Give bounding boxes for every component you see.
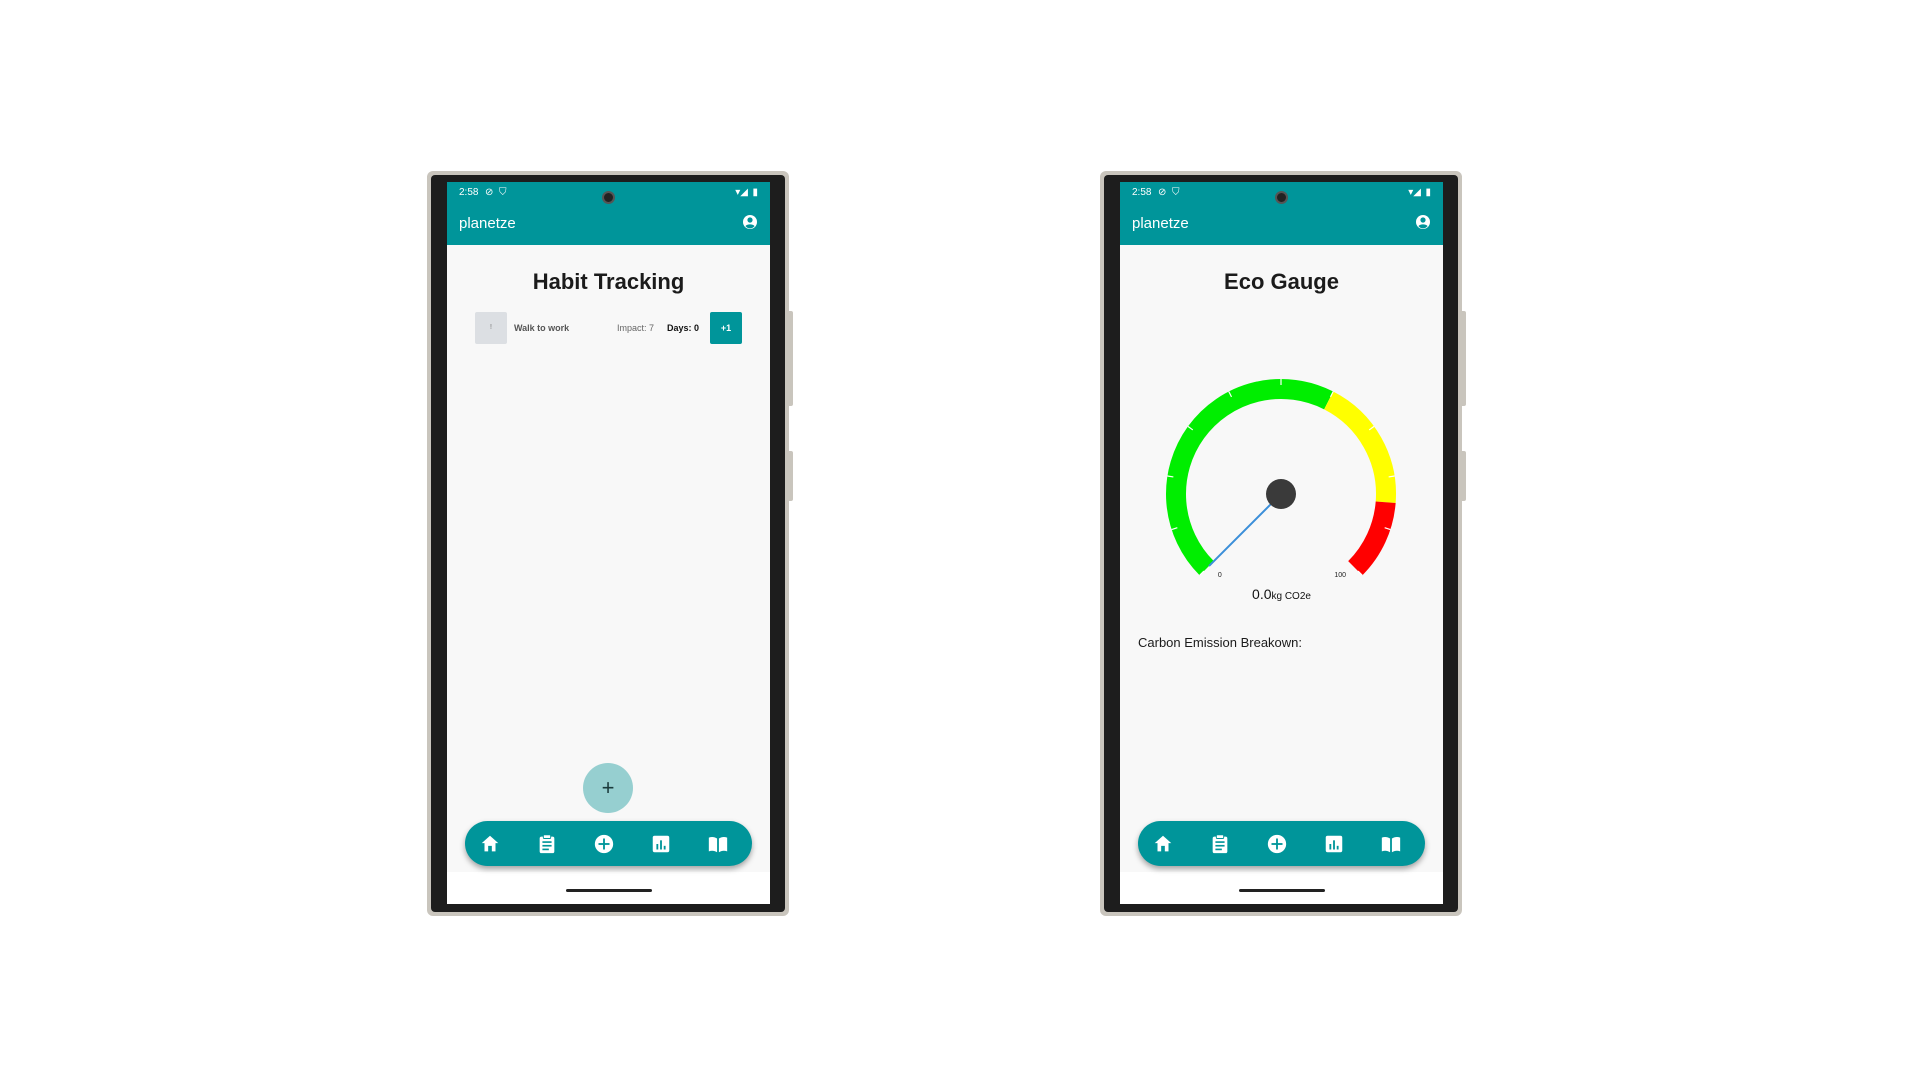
home-indicator [1238,889,1325,892]
dnd-icon: ⊘ [485,187,494,198]
habit-name: Walk to work [514,323,570,333]
battery-icon: ▮ [1425,187,1431,198]
dnd-icon: ⊘ [1158,187,1167,198]
phone-device-left: 2:58 ⊘ ⛉ ▾◢ ▮ planetze Habit Tracking ! … [427,171,793,916]
app-title: planetze [1132,215,1189,232]
front-camera [1275,191,1288,204]
gesture-area [1120,872,1443,904]
shield-icon: ⛉ [499,187,507,198]
battery-icon: ▮ [752,187,758,198]
clipboard-icon[interactable] [1209,833,1231,855]
increment-habit-button[interactable]: +1 [710,312,742,344]
power-button [1462,311,1466,406]
status-time: 2:58 [1132,187,1152,198]
emission-breakdown-label: Carbon Emission Breakown: [1138,635,1303,650]
eco-gauge: 0 100 [1166,379,1396,579]
gauge-readout: 0.0kg CO2e [1120,586,1443,604]
home-icon[interactable] [1152,833,1174,855]
book-icon[interactable] [1380,833,1402,855]
wifi-signal-icon: ▾◢ [735,187,748,198]
add-circle-icon[interactable] [593,833,615,855]
account-icon[interactable] [1415,214,1431,230]
gauge-max-label: 100 [1334,572,1346,579]
gauge-arc-yellow [1323,391,1396,504]
habit-days: Days: 0 [667,323,700,333]
bottom-nav [1138,821,1425,866]
phone-device-right: 2:58 ⊘ ⛉ ▾◢ ▮ planetze Eco Gauge 0 100 0… [1100,171,1466,916]
gauge-arc-red [1347,501,1396,576]
gesture-area [447,872,770,904]
add-habit-fab[interactable]: + [583,763,633,813]
home-indicator [565,889,652,892]
bar-chart-icon[interactable] [650,833,672,855]
add-circle-icon[interactable] [1266,833,1288,855]
account-icon[interactable] [742,214,758,230]
clipboard-icon[interactable] [536,833,558,855]
gauge-min-label: 0 [1218,572,1222,579]
home-icon[interactable] [479,833,501,855]
book-icon[interactable] [707,833,729,855]
app-bar: 2:58 ⊘ ⛉ ▾◢ ▮ planetze [1120,182,1443,245]
habit-thumbnail: ! [475,312,507,344]
gauge-hub [1266,479,1296,509]
habit-row: ! Walk to work Impact: 7 Days: 0 +1 [475,312,745,344]
shield-icon: ⛉ [1172,187,1180,198]
power-button [789,311,793,406]
gauge-arc-green [1166,379,1334,576]
gauge-needle [1208,493,1282,567]
page-title: Habit Tracking [532,269,685,294]
wifi-signal-icon: ▾◢ [1408,187,1421,198]
volume-button [1462,451,1466,501]
app-title: planetze [459,215,516,232]
gauge-value: 0.0 [1252,586,1272,602]
status-time: 2:58 [459,187,479,198]
habit-impact: Impact: 7 [617,323,655,333]
bottom-nav [465,821,752,866]
app-bar: 2:58 ⊘ ⛉ ▾◢ ▮ planetze [447,182,770,245]
gauge-unit: kg CO2e [1271,591,1311,602]
volume-button [789,451,793,501]
app-screen-eco-gauge: 2:58 ⊘ ⛉ ▾◢ ▮ planetze Eco Gauge 0 100 0… [1120,182,1443,904]
front-camera [602,191,615,204]
app-screen-habit-tracking: 2:58 ⊘ ⛉ ▾◢ ▮ planetze Habit Tracking ! … [447,182,770,904]
bar-chart-icon[interactable] [1323,833,1345,855]
